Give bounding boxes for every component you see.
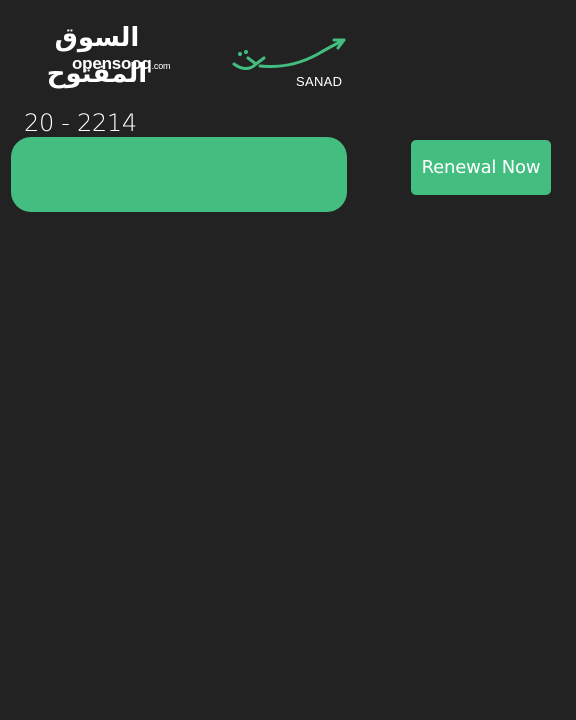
record-highlight-bar bbox=[11, 137, 347, 212]
opensooq-latin-wordmark: opensooq.com bbox=[72, 54, 171, 76]
sanad-logo: SANAD bbox=[230, 36, 350, 92]
opensooq-latin-name: opensooq bbox=[72, 54, 152, 73]
opensooq-tld: .com bbox=[151, 61, 171, 71]
record-number: 20 - 2214 bbox=[24, 109, 137, 137]
sanad-swoosh-icon bbox=[232, 38, 346, 70]
sanad-wordmark: SANAD bbox=[296, 74, 343, 89]
renewal-now-button[interactable]: Renewal Now bbox=[411, 140, 551, 195]
opensooq-logo: السوق المفتوح opensooq.com bbox=[22, 20, 174, 89]
